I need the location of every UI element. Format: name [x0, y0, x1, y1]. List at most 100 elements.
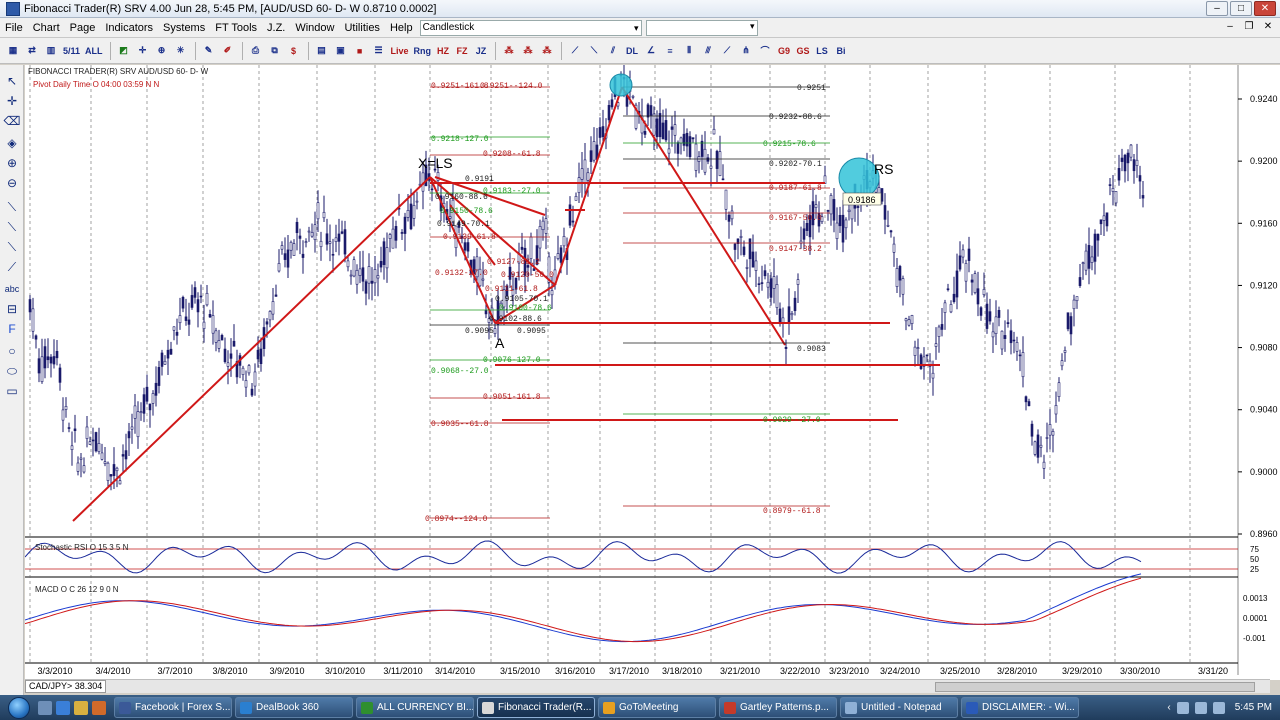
stop-icon[interactable]: ■: [351, 41, 369, 61]
draw-tool-icon[interactable]: ◩: [115, 41, 133, 61]
pointer-icon[interactable]: ↖: [3, 73, 21, 89]
f-tool-icon[interactable]: F: [3, 321, 21, 337]
zoom-out-icon[interactable]: ⊖: [3, 175, 21, 191]
dl-button[interactable]: DL: [623, 41, 641, 61]
menu-indicators[interactable]: Indicators: [100, 22, 158, 34]
mdi-close-button[interactable]: ✕: [1260, 20, 1276, 34]
pitchfork-tool-icon[interactable]: ⋔: [737, 41, 755, 61]
chart-type-select[interactable]: Candlestick: [419, 19, 642, 36]
trendline-3-icon[interactable]: ⟍: [3, 239, 21, 255]
grid-icon[interactable]: ▦: [4, 41, 22, 61]
candle-body: [682, 133, 686, 146]
menu-ft-tools[interactable]: FT Tools: [210, 22, 262, 34]
price-chart[interactable]: 3/3/2010 3/4/2010 3/7/2010 3/8/2010 3/9/2010…: [25, 65, 1280, 680]
symbol-select[interactable]: [645, 19, 758, 36]
fan-tool-icon[interactable]: ⟋: [718, 41, 736, 61]
menu-chart[interactable]: Chart: [28, 22, 65, 34]
firefox-icon[interactable]: [92, 700, 106, 715]
pencil-icon[interactable]: ✎: [200, 41, 218, 61]
print-icon[interactable]: ⎙: [247, 41, 265, 61]
trendline-2-icon[interactable]: ⟍: [3, 219, 21, 235]
menu-utilities[interactable]: Utilities: [339, 22, 384, 34]
live-fibo-button-1[interactable]: Live: [389, 41, 411, 61]
channel-tool-icon[interactable]: ⫽: [604, 41, 622, 61]
taskbar-item[interactable]: DISCLAIMER: - Wi...: [961, 697, 1079, 718]
menu-help[interactable]: Help: [385, 22, 418, 34]
menu-jz[interactable]: J.Z.: [262, 22, 290, 34]
menu-page[interactable]: Page: [65, 22, 101, 34]
line-tool-icon[interactable]: ⟋: [566, 41, 584, 61]
chart-area[interactable]: 3/3/2010 3/4/2010 3/7/2010 3/8/2010 3/9/2010…: [25, 65, 1280, 680]
taskbar-item[interactable]: Gartley Patterns.p...: [719, 697, 837, 718]
arrows-icon[interactable]: ⇄: [23, 41, 41, 61]
trendline-icon[interactable]: ⟍: [3, 199, 21, 215]
show-desktop-icon[interactable]: [38, 700, 52, 715]
start-button[interactable]: [0, 695, 38, 720]
taskbar-item[interactable]: GoToMeeting: [598, 697, 716, 718]
candle-body: [310, 232, 314, 237]
angle-tool-icon[interactable]: ∠: [642, 41, 660, 61]
jz-button[interactable]: JZ: [472, 41, 490, 61]
ray-tool-icon[interactable]: ⟍: [585, 41, 603, 61]
taskbar-item[interactable]: Fibonacci Trader(R...: [477, 697, 595, 718]
ruler-icon[interactable]: ⊟: [3, 301, 21, 317]
ls-button[interactable]: LS: [813, 41, 831, 61]
all-button[interactable]: ALL: [83, 41, 105, 61]
arc-tool-icon[interactable]: ⌒: [756, 41, 774, 61]
rectangle-tool-icon[interactable]: ▭: [3, 383, 21, 399]
mdi-restore-button[interactable]: ❐: [1241, 20, 1257, 34]
tray-arrow-icon[interactable]: ‹: [1167, 702, 1170, 713]
menu-window[interactable]: Window: [290, 22, 339, 34]
circle-tool-icon[interactable]: ○: [3, 343, 21, 359]
copy-icon[interactable]: ⧉: [266, 41, 284, 61]
crosshair-icon[interactable]: ✛: [3, 93, 21, 109]
fib-level-label: 0.9127-88.2: [487, 258, 540, 267]
bi-button[interactable]: Bi: [832, 41, 850, 61]
volume-icon[interactable]: [1194, 701, 1207, 714]
cross-tool-icon[interactable]: ✛: [134, 41, 152, 61]
scrollbar-thumb[interactable]: [935, 682, 1255, 692]
list-icon[interactable]: ☰: [370, 41, 388, 61]
ie-icon[interactable]: [56, 700, 70, 715]
maximize-button[interactable]: □: [1230, 1, 1252, 16]
chart-icon[interactable]: ▥: [42, 41, 60, 61]
ellipse-tool-icon[interactable]: ⬭: [3, 363, 21, 379]
horizontal-scrollbar[interactable]: [25, 679, 1270, 693]
fz-button[interactable]: FZ: [453, 41, 471, 61]
taskbar-item[interactable]: Untitled - Notepad: [840, 697, 958, 718]
text-tool-icon[interactable]: abc: [3, 281, 21, 297]
menu-file[interactable]: File: [0, 22, 28, 34]
folder-icon[interactable]: [74, 700, 88, 715]
period-5-11-button[interactable]: 5/11: [61, 41, 82, 61]
live-fibo-button-2[interactable]: Rng: [412, 41, 434, 61]
star-tool-icon[interactable]: ✳: [172, 41, 190, 61]
zoom-in-icon[interactable]: ⊕: [3, 155, 21, 171]
dollar-icon[interactable]: $: [285, 41, 303, 61]
label-tool-icon-2[interactable]: ⁂: [519, 41, 537, 61]
label-tool-icon[interactable]: ⁂: [500, 41, 518, 61]
window-icon[interactable]: ▣: [332, 41, 350, 61]
layout-icon[interactable]: ▤: [313, 41, 331, 61]
menu-systems[interactable]: Systems: [158, 22, 210, 34]
paint-icon[interactable]: ◈: [3, 135, 21, 151]
fibo-icon[interactable]: ✐: [219, 41, 237, 61]
minimize-button[interactable]: –: [1206, 1, 1228, 16]
gann-tool-icon[interactable]: ⫻: [699, 41, 717, 61]
fan-icon[interactable]: ⟋: [3, 259, 21, 275]
gs-button[interactable]: GS: [794, 41, 812, 61]
g9-button[interactable]: G9: [775, 41, 793, 61]
vline-tool-icon[interactable]: ⦀: [680, 41, 698, 61]
mdi-minimize-button[interactable]: –: [1222, 20, 1238, 34]
price-tick-label: 0.9160: [1250, 218, 1278, 228]
network-icon[interactable]: [1176, 701, 1189, 714]
taskbar-item[interactable]: ALL CURRENCY BI...: [356, 697, 474, 718]
hz-button[interactable]: HZ: [434, 41, 452, 61]
eraser-icon[interactable]: ⌫: [3, 113, 21, 129]
target-tool-icon[interactable]: ⊕: [153, 41, 171, 61]
label-tool-icon-3[interactable]: ⁂: [538, 41, 556, 61]
power-icon[interactable]: [1212, 701, 1225, 714]
hline-tool-icon[interactable]: ≡: [661, 41, 679, 61]
close-button[interactable]: ✕: [1254, 1, 1276, 16]
taskbar-item[interactable]: Facebook | Forex S...: [114, 697, 232, 718]
taskbar-item[interactable]: DealBook 360: [235, 697, 353, 718]
